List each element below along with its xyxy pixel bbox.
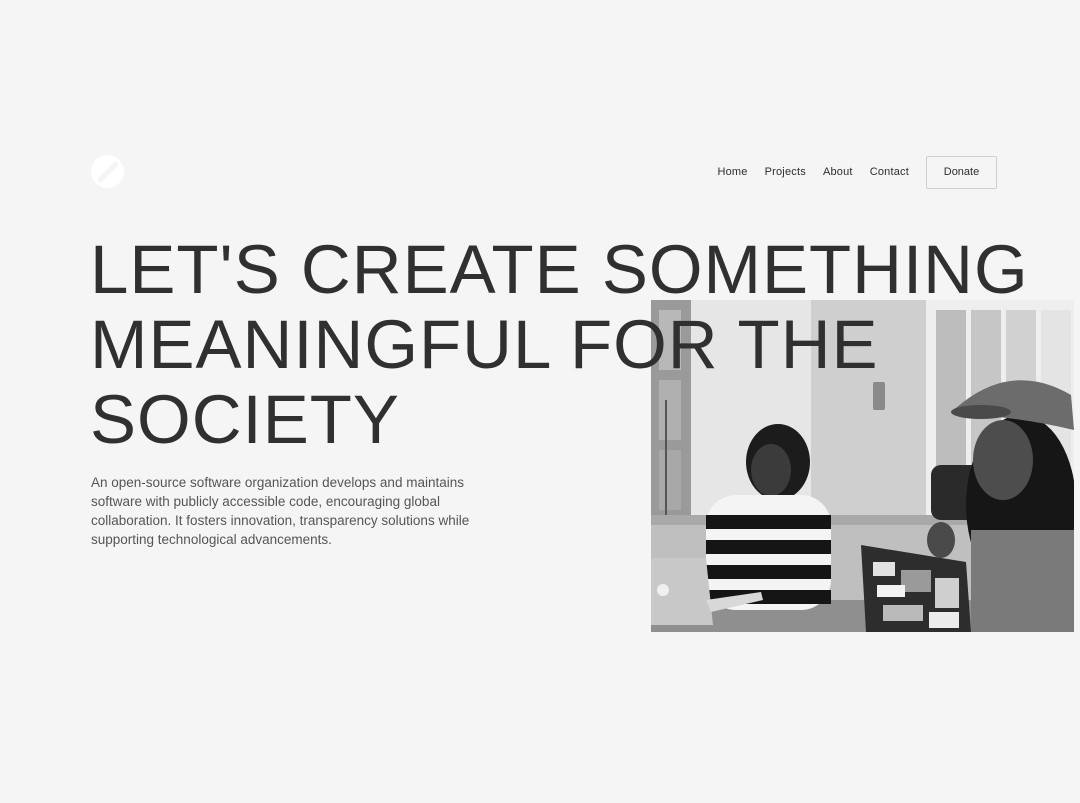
nav-home-link[interactable]: Home [717,166,747,178]
headline-line-3: SOCIETY [90,381,400,458]
headline-line-1: LET'S CREATE SOMETHING [90,231,1029,308]
nav-contact-link[interactable]: Contact [870,166,909,178]
donate-button[interactable]: Donate [926,155,997,189]
hero-description: An open-source software organization dev… [91,475,470,547]
main-nav: Home Projects About Contact Donate [717,155,997,189]
nav-about-link[interactable]: About [823,166,853,178]
landing-page: Home Projects About Contact Donate LET'S… [0,0,1080,803]
nav-projects-link[interactable]: Projects [765,166,806,178]
hero-headline: LET'S CREATE SOMETHING MEANINGFUL FOR TH… [90,232,1029,457]
headline-line-2: MEANINGFUL FOR THE [90,306,879,383]
logo-icon[interactable] [91,155,124,188]
